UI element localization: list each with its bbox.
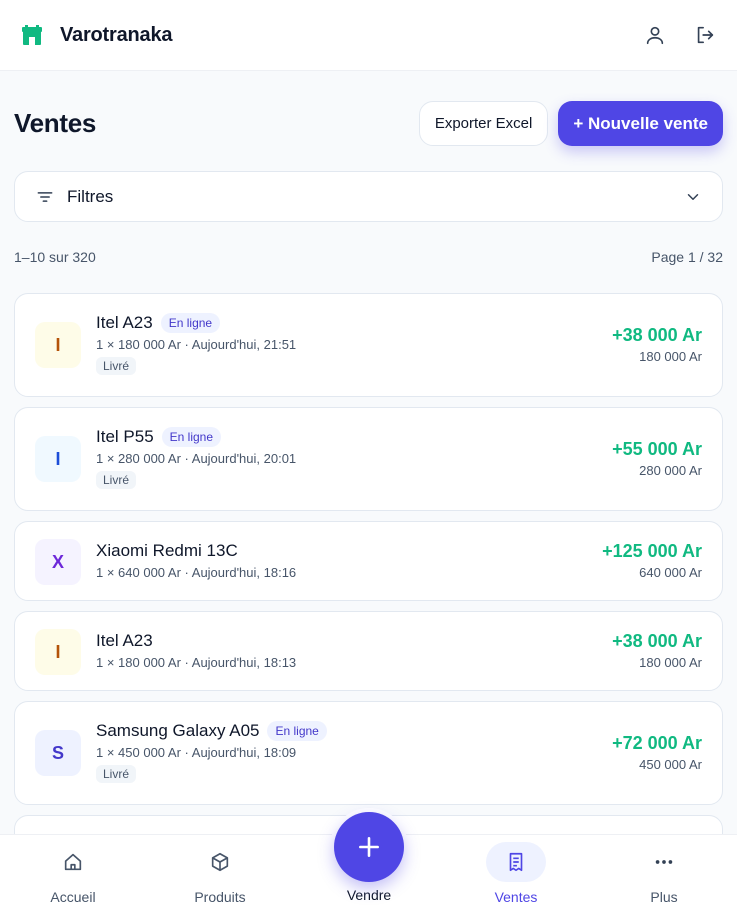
sale-price: 640 000 Ar	[639, 565, 702, 580]
product-name: Xiaomi Redmi 13C	[96, 541, 238, 560]
logout-icon[interactable]	[693, 23, 717, 47]
channel-badge: En ligne	[161, 427, 222, 447]
nav-label-sales: Ventes	[494, 889, 538, 905]
sale-card[interactable]: X Xiaomi Redmi 13C 1 × 640 000 Ar · Aujo…	[14, 521, 723, 601]
sale-margin: +38 000 Ar	[612, 325, 702, 345]
store-logo-icon	[20, 24, 44, 46]
new-sale-button[interactable]: + Nouvelle vente	[558, 101, 723, 146]
product-avatar: I	[35, 322, 81, 368]
nav-item-products[interactable]: Produits	[170, 835, 270, 913]
results-range: 1–10 sur 320	[14, 249, 96, 265]
channel-badge: En ligne	[267, 721, 327, 741]
product-avatar: I	[35, 629, 81, 675]
page-indicator: Page 1 / 32	[651, 249, 723, 265]
sale-detail: 1 × 180 000 Ar · Aujourd'hui, 18:13	[96, 655, 297, 670]
channel-badge: En ligne	[160, 313, 221, 333]
filters-label: Filtres	[67, 186, 114, 206]
status-badge: Livré	[96, 357, 137, 375]
plus-icon	[356, 834, 382, 860]
nav-item-sales[interactable]: Ventes	[466, 835, 566, 913]
sale-card[interactable]: I Itel A23 1 × 180 000 Ar · Aujourd'hui,…	[14, 611, 723, 691]
sale-price: 180 000 Ar	[639, 655, 702, 670]
sale-price: 180 000 Ar	[639, 349, 702, 364]
filter-icon	[35, 187, 55, 207]
app-name: Varotranaka	[60, 23, 173, 46]
filters-toggle[interactable]: Filtres	[14, 171, 723, 222]
sale-margin: +125 000 Ar	[602, 541, 702, 561]
nav-label-more: Plus	[650, 889, 678, 905]
sale-price: 280 000 Ar	[639, 463, 702, 478]
sale-detail: 1 × 450 000 Ar · Aujourd'hui, 18:09	[96, 745, 297, 760]
sale-card[interactable]: I Itel A23 En ligne 1 × 180 000 Ar · Auj…	[14, 293, 723, 397]
sell-fab-button[interactable]	[330, 808, 408, 886]
export-excel-button[interactable]: Exporter Excel	[418, 101, 549, 146]
page-title: Ventes	[14, 108, 97, 138]
pagination-info: 1–10 sur 320 Page 1 / 32	[14, 249, 723, 265]
sale-price: 450 000 Ar	[639, 757, 702, 772]
nav-item-home[interactable]: Accueil	[23, 835, 123, 913]
nav-item-more[interactable]: Plus	[614, 835, 714, 913]
product-name: Samsung Galaxy A05	[96, 721, 260, 740]
status-badge: Livré	[96, 471, 137, 489]
nav-label-sell: Vendre	[346, 887, 392, 903]
sale-card[interactable]: I Itel P55 En ligne 1 × 280 000 Ar · Auj…	[14, 407, 723, 511]
product-name: Itel P55	[96, 427, 154, 446]
top-bar: Varotranaka	[0, 0, 737, 71]
nav-label-products: Produits	[194, 889, 246, 905]
user-icon[interactable]	[643, 23, 667, 47]
sale-detail: 1 × 640 000 Ar · Aujourd'hui, 18:16	[96, 565, 297, 580]
sale-detail: 1 × 280 000 Ar · Aujourd'hui, 20:01	[96, 451, 297, 466]
nav-label-home: Accueil	[50, 889, 96, 905]
more-icon	[653, 851, 675, 873]
sale-detail: 1 × 180 000 Ar · Aujourd'hui, 21:51	[96, 337, 297, 352]
sale-margin: +72 000 Ar	[612, 733, 702, 753]
sale-margin: +38 000 Ar	[612, 631, 702, 651]
product-name: Itel A23	[96, 631, 153, 650]
box-icon	[209, 851, 231, 873]
sale-margin: +55 000 Ar	[612, 439, 702, 459]
product-avatar: S	[35, 730, 81, 776]
product-avatar: X	[35, 539, 81, 585]
status-badge: Livré	[96, 765, 137, 783]
product-name: Itel A23	[96, 313, 153, 332]
receipt-icon	[505, 851, 527, 873]
product-avatar: I	[35, 436, 81, 482]
chevron-down-icon	[684, 188, 702, 206]
home-icon	[62, 851, 84, 873]
sale-card[interactable]: S Samsung Galaxy A05 En ligne 1 × 450 00…	[14, 701, 723, 805]
page-header: Ventes Exporter Excel + Nouvelle vente	[14, 101, 723, 146]
